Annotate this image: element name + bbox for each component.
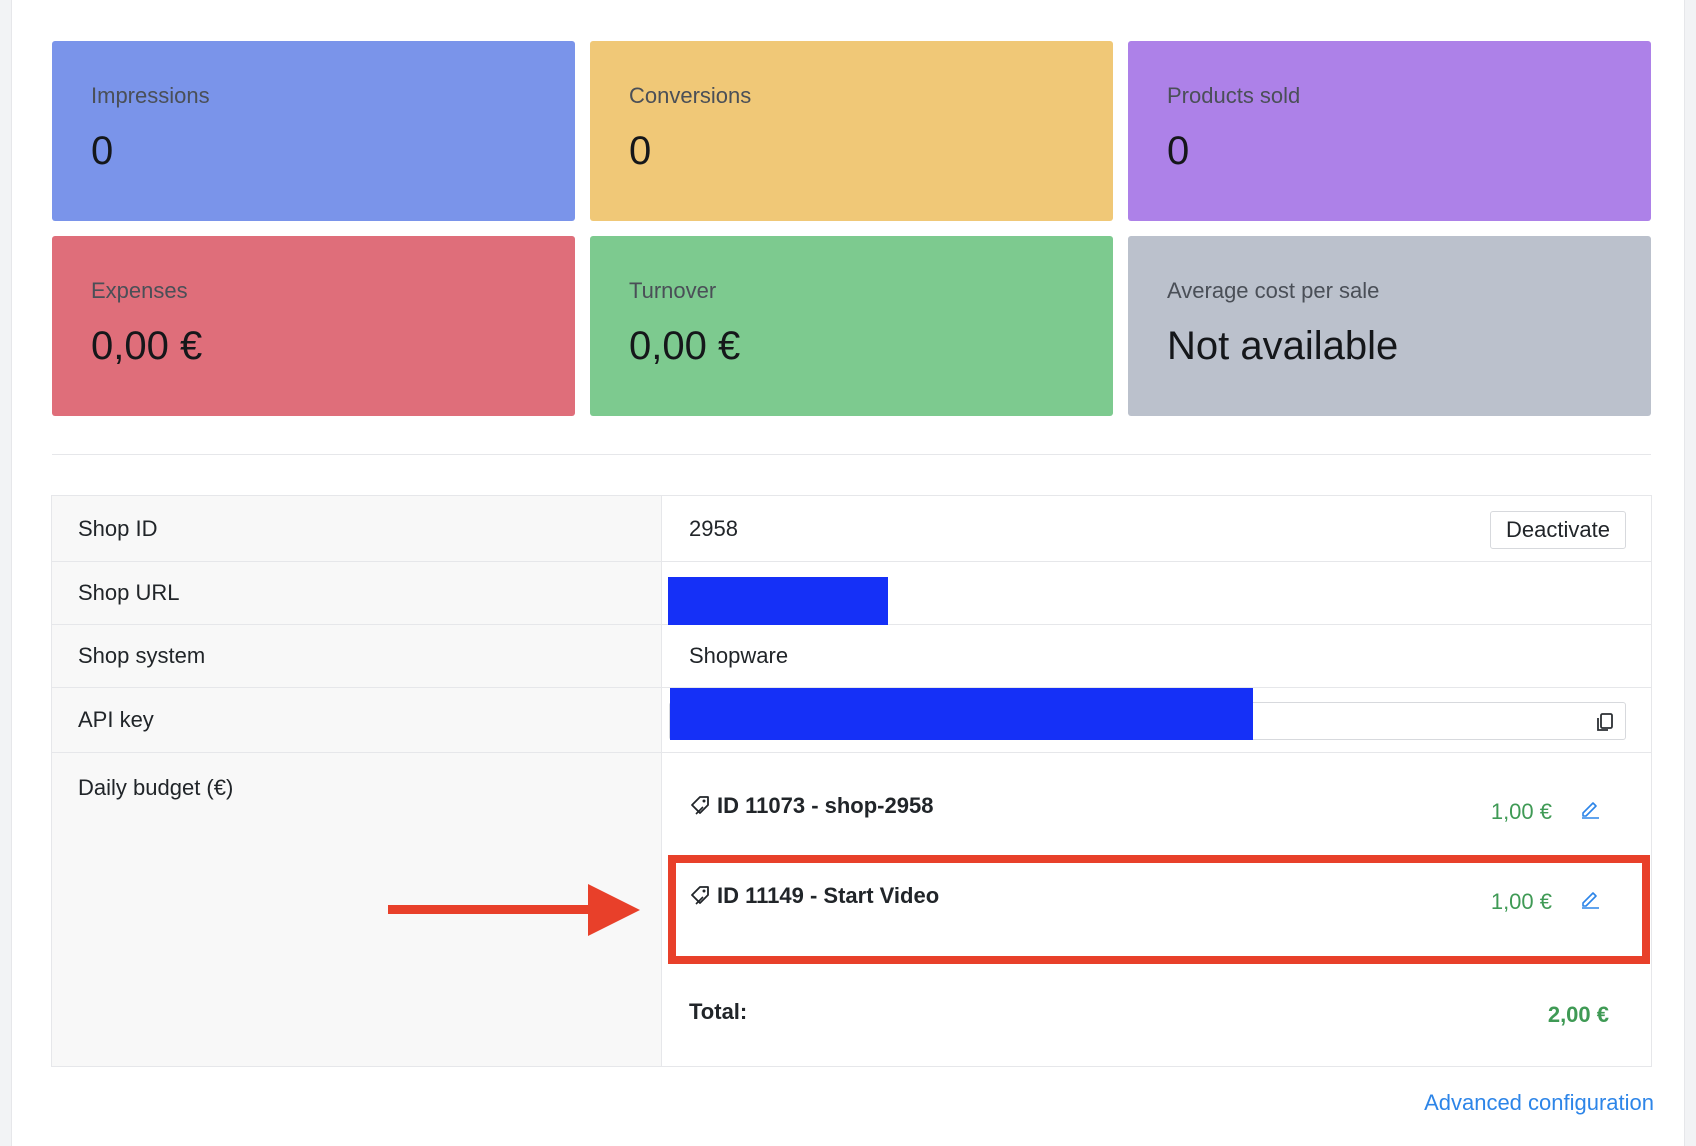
daily-budget-cell: ID 11073 - shop-2958 1,00 € ID 11149 - S…: [662, 753, 1651, 1066]
campaign-dashboard: Impressions 0 Conversions 0 Products sol…: [11, 0, 1685, 1146]
shop-id-cell: 2958 Deactivate: [662, 496, 1651, 561]
arrow-annotation: [388, 884, 640, 936]
pencil-edit-icon[interactable]: [1579, 887, 1601, 909]
deactivate-button[interactable]: Deactivate: [1490, 511, 1626, 549]
stat-label: Turnover: [629, 278, 717, 303]
stats-grid: Impressions 0 Conversions 0 Products sol…: [52, 41, 1651, 416]
copy-icon[interactable]: [1594, 711, 1616, 733]
pencil-edit-icon[interactable]: [1579, 797, 1601, 819]
api-key-row: API key: [52, 688, 1651, 753]
stat-value: 0,00 €: [91, 324, 203, 368]
api-key-cell: [662, 688, 1651, 752]
shop-system-cell: Shopware: [662, 625, 1651, 687]
stat-value: 0,00 €: [629, 324, 741, 368]
stat-value: 0: [629, 129, 652, 173]
campaign-budget-amount: 1,00 €: [1490, 889, 1552, 914]
stat-label: Conversions: [629, 83, 752, 108]
api-key-label: API key: [52, 688, 662, 752]
shop-system-value: Shopware: [689, 643, 789, 668]
stat-card-average-cost-per-sale: Average cost per sale Not available: [1128, 236, 1651, 416]
shop-details-table: Shop ID 2958 Deactivate Shop URL Shop sy…: [51, 495, 1652, 1067]
stat-value: Not available: [1167, 324, 1399, 368]
campaign-budget-amount: 1,00 €: [1490, 799, 1552, 824]
campaign-name: ID 11149 - Start Video: [717, 883, 940, 908]
shop-url-row: Shop URL: [52, 562, 1651, 625]
shop-id-row: Shop ID 2958 Deactivate: [52, 496, 1651, 562]
stat-label: Expenses: [91, 278, 188, 303]
stat-label: Impressions: [91, 83, 210, 108]
redacted-shop-url: [668, 577, 888, 625]
tag-icon: [691, 796, 709, 815]
stat-label: Average cost per sale: [1167, 278, 1380, 303]
stat-card-products-sold: Products sold 0: [1128, 41, 1651, 221]
campaign-item: ID 11073 - shop-2958: [689, 793, 933, 819]
shop-url-label: Shop URL: [52, 562, 662, 624]
stat-value: 0: [91, 129, 114, 173]
tag-icon: [691, 886, 709, 905]
stat-card-conversions: Conversions 0: [590, 41, 1113, 221]
shop-url-cell: [662, 562, 1651, 625]
stat-value: 0: [1167, 129, 1190, 173]
daily-budget-row: Daily budget (€) ID 11073 - shop-2958 1,…: [52, 753, 1651, 1066]
advanced-configuration-link[interactable]: Advanced configuration: [1424, 1090, 1654, 1116]
budget-total-value: 2,00 €: [1547, 1002, 1609, 1027]
shop-system-label: Shop system: [52, 625, 662, 687]
shop-id-label: Shop ID: [52, 496, 662, 561]
budget-total-label: Total:: [689, 999, 748, 1024]
redacted-api-key: [670, 688, 1253, 740]
stat-card-turnover: Turnover 0,00 €: [590, 236, 1113, 416]
section-divider: [52, 454, 1651, 455]
stat-card-expenses: Expenses 0,00 €: [52, 236, 575, 416]
campaign-name: ID 11073 - shop-2958: [717, 793, 934, 818]
campaign-item: ID 11149 - Start Video: [689, 883, 939, 909]
stat-card-impressions: Impressions 0: [52, 41, 575, 221]
shop-id-value: 2958: [689, 515, 738, 541]
shop-system-row: Shop system Shopware: [52, 625, 1651, 688]
stat-label: Products sold: [1167, 83, 1301, 108]
